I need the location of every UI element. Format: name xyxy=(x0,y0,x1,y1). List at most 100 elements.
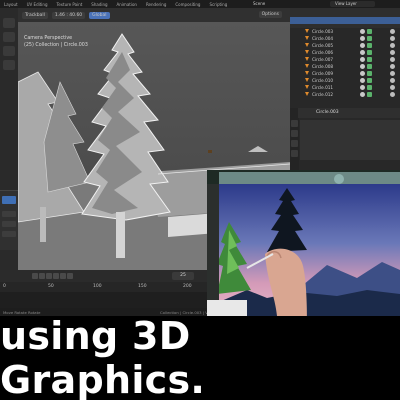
filter-icon[interactable] xyxy=(360,85,365,90)
collection-label: (25) Collection | Circle.003 xyxy=(24,43,88,48)
eye-icon[interactable] xyxy=(390,29,395,34)
painting-video-overlay xyxy=(207,170,400,316)
tool-tab[interactable] xyxy=(291,120,298,127)
options-button[interactable]: Options xyxy=(258,11,282,18)
viewport-info: Camera Perspective (25) Collection | Cir… xyxy=(24,35,88,49)
ruler-tick: 50 xyxy=(48,284,54,289)
selected-row[interactable] xyxy=(290,17,400,24)
painting-scene xyxy=(207,170,400,316)
outliner-item[interactable]: Circle.004 xyxy=(290,35,400,42)
cone-icon xyxy=(305,57,309,61)
mesh-icon[interactable] xyxy=(367,64,372,69)
cone-icon xyxy=(305,78,309,82)
cone-icon xyxy=(305,43,309,47)
play-icon[interactable] xyxy=(53,273,59,279)
mesh-icon[interactable] xyxy=(367,85,372,90)
play-reverse-icon[interactable] xyxy=(46,273,52,279)
eye-icon[interactable] xyxy=(390,50,395,55)
outliner-item[interactable]: Circle.011 xyxy=(290,84,400,91)
current-frame-field[interactable]: 25 xyxy=(172,272,194,280)
outliner-item[interactable]: Circle.007 xyxy=(290,56,400,63)
rotate-tool-icon[interactable] xyxy=(3,46,15,56)
eye-icon[interactable] xyxy=(390,57,395,62)
mesh-icon[interactable] xyxy=(367,36,372,41)
mesh-icon[interactable] xyxy=(367,29,372,34)
properties-body xyxy=(300,120,400,160)
filter-icon[interactable] xyxy=(360,78,365,83)
outliner-item[interactable]: Circle.003 xyxy=(290,28,400,35)
outliner-item[interactable]: Circle.010 xyxy=(290,77,400,84)
outliner-item[interactable]: Circle.005 xyxy=(290,42,400,49)
outliner-header xyxy=(290,8,400,28)
camera-perspective-label: Camera Perspective xyxy=(24,36,73,41)
output-tab[interactable] xyxy=(291,140,298,147)
menu-item-uv-editing[interactable]: UV Editing xyxy=(27,2,48,7)
select-tool-icon[interactable] xyxy=(3,18,15,28)
filter-icon[interactable] xyxy=(360,50,365,55)
cone-icon xyxy=(305,71,309,75)
menu-item-scripting[interactable]: Scripting xyxy=(209,2,227,7)
eye-icon[interactable] xyxy=(390,78,395,83)
mesh-icon[interactable] xyxy=(367,78,372,83)
eye-icon[interactable] xyxy=(390,71,395,76)
timeline-track[interactable] xyxy=(0,292,210,308)
eye-icon[interactable] xyxy=(390,64,395,69)
outliner-item[interactable]: Circle.008 xyxy=(290,63,400,70)
eye-icon[interactable] xyxy=(390,92,395,97)
playback-controls xyxy=(32,273,73,279)
outliner-item[interactable]: Circle.009 xyxy=(290,70,400,77)
menu-item-shading[interactable]: Shading xyxy=(91,2,107,7)
filter-icon[interactable] xyxy=(360,36,365,41)
mesh-icon[interactable] xyxy=(367,92,372,97)
cone-icon xyxy=(305,92,309,96)
prev-key-icon[interactable] xyxy=(39,273,45,279)
timeline-ruler[interactable]: 0 50 100 150 200 xyxy=(0,282,210,292)
eye-icon[interactable] xyxy=(390,36,395,41)
ruler-tick: 100 xyxy=(93,284,102,289)
ruler-tick: 200 xyxy=(183,284,192,289)
eye-icon[interactable] xyxy=(390,85,395,90)
outliner-item[interactable]: Circle.006 xyxy=(290,49,400,56)
top-menu-bar: Layout UV Editing Texture Paint Shading … xyxy=(0,0,400,8)
menu-item-texture-paint[interactable]: Texture Paint xyxy=(56,2,82,7)
filter-icon[interactable] xyxy=(360,71,365,76)
menu-item-animation[interactable]: Animation xyxy=(117,2,137,7)
object-name[interactable]: Circle.003 xyxy=(316,110,339,115)
mesh-icon[interactable] xyxy=(367,50,372,55)
scene-selector[interactable]: Scene xyxy=(253,1,265,6)
tool-strip xyxy=(0,8,18,308)
field-3[interactable] xyxy=(2,231,16,237)
jump-start-icon[interactable] xyxy=(32,273,38,279)
scale-tool-icon[interactable] xyxy=(3,60,15,70)
filter-icon[interactable] xyxy=(360,29,365,34)
filter-icon[interactable] xyxy=(360,64,365,69)
cone-icon xyxy=(305,50,309,54)
object-tab[interactable] xyxy=(291,150,298,157)
field-1[interactable] xyxy=(2,211,16,217)
menu-item-rendering[interactable]: Rendering xyxy=(146,2,166,7)
ruler-tick: 150 xyxy=(138,284,147,289)
filter-icon[interactable] xyxy=(360,92,365,97)
outliner-item[interactable]: Circle.012 xyxy=(290,91,400,98)
sidebar-n-panel xyxy=(0,190,18,250)
cone-icon xyxy=(305,36,309,40)
ruler-tick: 0 xyxy=(3,284,6,289)
mode-select[interactable]: Global xyxy=(89,11,110,19)
mesh-icon[interactable] xyxy=(367,71,372,76)
menu-item-compositing[interactable]: Compositing xyxy=(175,2,200,7)
coords-pill[interactable]: 1.46 : 40.60 xyxy=(51,11,86,19)
active-field[interactable] xyxy=(2,196,16,204)
menu-item-layout[interactable]: Layout xyxy=(4,2,18,7)
jump-end-icon[interactable] xyxy=(67,273,73,279)
mesh-icon[interactable] xyxy=(367,57,372,62)
filter-icon[interactable] xyxy=(360,57,365,62)
render-tab[interactable] xyxy=(291,130,298,137)
next-key-icon[interactable] xyxy=(60,273,66,279)
move-tool-icon[interactable] xyxy=(3,32,15,42)
eye-icon[interactable] xyxy=(390,43,395,48)
trackball-pill[interactable]: Trackball xyxy=(22,11,48,19)
cone-icon xyxy=(305,29,309,33)
mesh-icon[interactable] xyxy=(367,43,372,48)
field-2[interactable] xyxy=(2,221,16,227)
filter-icon[interactable] xyxy=(360,43,365,48)
